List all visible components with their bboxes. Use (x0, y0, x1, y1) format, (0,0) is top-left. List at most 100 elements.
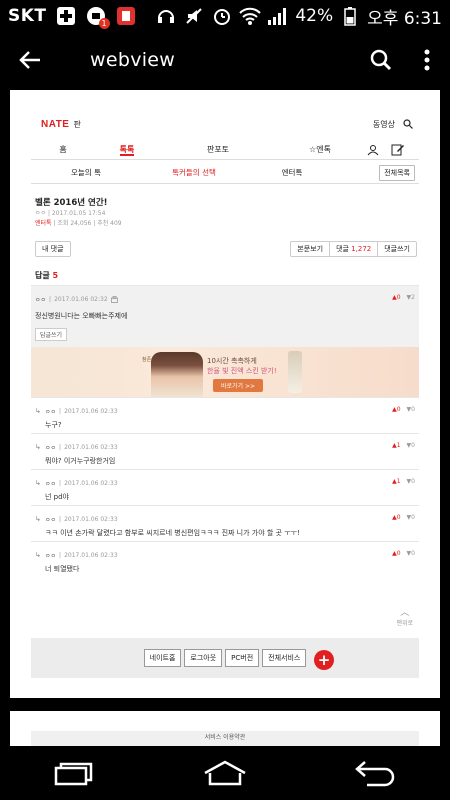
comment-item: ㅇㅇ | 2017.01.06 02:32 ▲0 ▼2 정신병원니다는 오빠빠는… (31, 285, 419, 347)
reply-author: ㅇㅇ (45, 445, 57, 452)
downvote-button[interactable]: ▼0 (407, 478, 415, 485)
comments-button[interactable]: 댓글 1,272 (330, 242, 379, 256)
floating-plus-button[interactable]: + (314, 650, 334, 670)
downvote-count: 2 (411, 294, 415, 301)
back-icon (355, 761, 395, 787)
reply-body: 너 퇴열됐다 (45, 565, 80, 573)
subtab-tokkers-choice[interactable]: 톡커들의 선택 (141, 167, 247, 178)
link-logout[interactable]: 로그아웃 (184, 649, 223, 667)
subtab-entertalk[interactable]: 엔터톡 (247, 167, 337, 178)
upvote-button[interactable]: ▲1 (392, 478, 400, 485)
reply-date: 2017.01.06 02:33 (64, 480, 118, 487)
user-icon[interactable] (367, 144, 379, 156)
post-recommend: 추천 409 (97, 220, 122, 227)
ad-model-image (151, 352, 203, 397)
ad-banner[interactable]: 참존 10시간 촉촉하게 한율 빛 진액 스킨 받기! 바로가기 >> (31, 347, 419, 397)
to-top-label: 맨위로 (396, 620, 413, 627)
video-link[interactable]: 동영상 (373, 119, 395, 130)
post-date: 2017.01.05 17:54 (51, 210, 106, 217)
reply-body: 뭐야? 이거누구랑한거임 (45, 457, 116, 465)
report-icon[interactable] (110, 296, 118, 303)
reply-item: ↳ ㅇㅇ | 2017.01.06 02:33 ▲0 ▼0 누구? (31, 397, 419, 433)
ad-brand: 참존 (142, 357, 152, 363)
tab-panphoto[interactable]: 판포토 (159, 144, 277, 155)
upvote-button[interactable]: ▲0 (392, 406, 400, 413)
arrow-left-icon (19, 50, 40, 69)
downvote-button[interactable]: ▼0 (407, 406, 415, 413)
recent-apps-icon (54, 762, 93, 786)
link-all-services[interactable]: 전체서비스 (262, 649, 307, 667)
ad-headline: 10시간 촉촉하게 (207, 357, 257, 365)
upvote-count: 0 (396, 514, 401, 521)
tab-home[interactable]: 홈 (31, 144, 95, 155)
reply-author: ㅇㅇ (45, 517, 57, 524)
chevron-up-icon: ︿ (400, 608, 410, 618)
upvote-button[interactable]: ▲0 (392, 550, 400, 557)
downvote-count: 0 (411, 478, 415, 485)
write-comment-button[interactable]: 댓글쓰기 (378, 242, 416, 256)
downvote-count: 0 (411, 406, 415, 413)
reply-date: 2017.01.06 02:33 (64, 552, 118, 559)
search-icon (370, 49, 392, 70)
webview-page-next: 서비스 이용약관 (10, 711, 440, 746)
recent-apps-button[interactable] (45, 753, 105, 793)
tab-entok[interactable]: ☆엔톡 (277, 144, 363, 155)
to-top-button[interactable]: ︿ 맨위로 (396, 605, 413, 627)
post-title: 벨론 2016년 연간! (35, 198, 108, 208)
replies-label: 답글 (35, 271, 50, 280)
ad-cta-button[interactable]: 바로가기 >> (213, 379, 264, 392)
post-author: ㅇㅇ (35, 210, 47, 217)
search-button[interactable] (358, 32, 404, 87)
search-icon[interactable] (403, 119, 413, 129)
back-button[interactable] (0, 32, 60, 87)
app-bar-title: webview (90, 48, 176, 71)
bottom-link-bar: 네이트홈 로그아웃 PC버전 전체서비스 (31, 638, 419, 678)
all-list-button[interactable]: 전체목록 (379, 164, 415, 181)
upvote-count: 0 (396, 294, 401, 301)
comment-meta: ㅇㅇ | 2017.01.06 02:32 (35, 295, 118, 304)
webview-page[interactable]: NATE 판 동영상 홈 톡톡 판포토 ☆엔톡 오늘의 톡 톡커들의 선택 엔터… (10, 90, 440, 698)
write-icon[interactable] (391, 143, 405, 156)
reply-body: ㅋㅋ 이년 손가락 달렸다고 함부로 씨지르네 병신편임ㅋㅋㅋ 진짜 니가 가야… (45, 529, 300, 537)
system-nav-bar (0, 746, 450, 800)
back-nav-button[interactable] (345, 753, 405, 793)
upvote-button[interactable]: ▲0 (392, 294, 400, 301)
reply-item: ↳ ㅇㅇ | 2017.01.06 02:33 ▲0 ▼0 너 퇴열됐다 (31, 541, 419, 577)
replies-header: 답글 5 (35, 270, 58, 281)
downvote-button[interactable]: ▼0 (407, 550, 415, 557)
terms-link[interactable]: 서비스 이용약관 (31, 731, 419, 746)
pan-label[interactable]: 판 (73, 119, 80, 130)
reply-date: 2017.01.06 02:33 (64, 516, 118, 523)
subtab-today[interactable]: 오늘의 톡 (31, 167, 141, 178)
reply-author: ㅇㅇ (45, 553, 57, 560)
plus-notification-icon (55, 5, 77, 27)
upvote-button[interactable]: ▲1 (392, 442, 400, 449)
home-button[interactable] (195, 753, 255, 793)
my-comments-button[interactable]: 내 댓글 (35, 241, 71, 257)
downvote-button[interactable]: ▼2 (407, 294, 415, 301)
link-pc-version[interactable]: PC버전 (225, 649, 260, 667)
upvote-count: 1 (396, 442, 401, 449)
post-category[interactable]: 엔터톡 (35, 220, 52, 227)
reply-arrow-icon: ↳ (35, 515, 41, 523)
reply-date: 2017.01.06 02:33 (64, 444, 118, 451)
replies-count: 5 (52, 271, 59, 280)
ad-product-image (288, 351, 302, 393)
nate-logo[interactable]: NATE (41, 119, 69, 130)
headset-icon (155, 5, 177, 27)
downvote-button[interactable]: ▼0 (407, 442, 415, 449)
downvote-count: 0 (411, 514, 415, 521)
post-meta: ㅇㅇ | 2017.01.05 17:54 (35, 210, 106, 217)
reply-date: 2017.01.06 02:33 (64, 408, 118, 415)
downvote-button[interactable]: ▼0 (407, 514, 415, 521)
view-post-button[interactable]: 본문보기 (291, 242, 331, 256)
app-notification-icon: 1 (85, 5, 110, 29)
reply-item: ↳ ㅇㅇ | 2017.01.06 02:33 ▲1 ▼0 넌 pd야 (31, 469, 419, 505)
link-nate-home[interactable]: 네이트홈 (143, 649, 182, 667)
reply-button[interactable]: 답글쓰기 (35, 328, 68, 341)
overflow-menu-button[interactable] (404, 32, 450, 87)
tab-toktok[interactable]: 톡톡 (119, 144, 135, 156)
upvote-button[interactable]: ▲0 (392, 514, 400, 521)
sub-nav: 오늘의 톡 톡커들의 선택 엔터톡 전체목록 (31, 162, 419, 184)
alarm-icon (211, 5, 233, 27)
